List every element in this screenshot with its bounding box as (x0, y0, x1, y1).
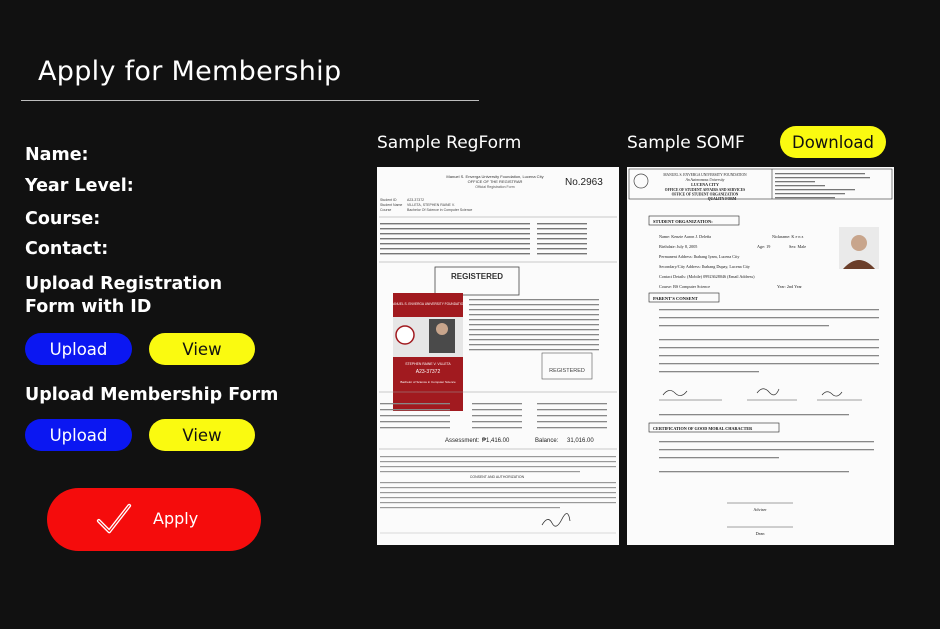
year-level-label: Year Level: (25, 176, 134, 196)
id-name: STEPHEN RAINE V. VILLETA (405, 362, 451, 366)
title-divider (21, 100, 479, 101)
somf-secondary-address: Secondary/City Address: Ibabang Dupay, L… (659, 264, 751, 270)
upload-regform-label-line2: Form with ID (25, 297, 152, 317)
upload-regform-button[interactable]: Upload (25, 333, 132, 365)
sample-somf-image: MANUEL S. ENVERGA UNIVERSITY FOUNDATION … (627, 167, 894, 545)
somf-office: OFFICE OF STUDENT AFFAIRS AND SERVICES (665, 188, 745, 192)
svg-text:REGISTERED: REGISTERED (549, 368, 585, 374)
view-regform-button[interactable]: View (149, 333, 255, 365)
course-label: Course: (25, 209, 101, 229)
somf-birthdate: Birthdate: July 8, 2005 (659, 244, 697, 250)
id-university: MANUEL S. ENVERGA UNIVERSITY FOUNDATION (390, 302, 466, 306)
somf-office2: OFFICE OF STUDENT ORGANIZATION (672, 193, 739, 197)
somf-nickname: Nickname: K e n z (772, 234, 804, 239)
somf-university: MANUEL S. ENVERGA UNIVERSITY FOUNDATION (663, 173, 747, 177)
upload-regform-label: Upload Registration Form with ID (25, 273, 222, 319)
regform-balance-label: Balance: (535, 438, 559, 444)
id-course: Bachelor of Science in Computer Science (400, 380, 456, 384)
upload-somf-button[interactable]: Upload (25, 419, 132, 451)
apply-button[interactable]: Apply (47, 488, 261, 551)
apply-button-label: Apply (153, 509, 199, 528)
somf-age: Age: 19 (757, 244, 770, 249)
regform-balance-value: 31,016.00 (567, 438, 594, 444)
regform-student-name: VILLETA, STEPHEN RAINE V. (407, 203, 455, 207)
download-button[interactable]: Download (780, 126, 886, 158)
somf-year: Year: 2nd Year (777, 284, 802, 289)
id-number: A23-37372 (416, 369, 441, 375)
somf-sex: Sex: Male (789, 244, 806, 249)
somf-city: LUCENA CITY (691, 182, 719, 187)
somf-contact: Contact Details: (Mobile) 09923628046 (E… (659, 274, 755, 279)
checkmark-icon (96, 503, 132, 534)
regform-consent-title: CONSENT AND AUTHORIZATION (470, 475, 525, 479)
somf-permanent-address: Permanent Address: Ibabang Iyam, Lucena … (659, 254, 740, 260)
regform-registered-stamp: REGISTERED (451, 272, 503, 281)
somf-adviser: Adviser (753, 507, 767, 512)
regform-assessment-value: ₱1,416.00 (482, 438, 510, 444)
svg-text:Student Name: Student Name (380, 203, 402, 207)
somf-section-certification: CERTIFICATION OF GOOD MORAL CHARACTER (653, 426, 753, 431)
regform-number: No.2963 (565, 177, 603, 188)
upload-somf-label: Upload Membership Form (25, 385, 279, 405)
svg-text:Student ID: Student ID (380, 198, 397, 202)
sample-regform-image: Manuel S. Enverga University Foundation,… (377, 167, 619, 545)
name-label: Name: (25, 145, 89, 165)
somf-section-organization: STUDENT ORGANIZATION: (653, 219, 713, 224)
svg-text:Course: Course (380, 208, 391, 212)
regform-office: OFFICE OF THE REGISTRAR (468, 179, 523, 184)
sample-somf-title: Sample SOMF (627, 133, 745, 153)
somf-name: Name: Kenzie Aaron J. Deleña (659, 234, 711, 239)
upload-regform-label-line1: Upload Registration (25, 274, 223, 294)
regform-course: Bachelor Of Science in Computer Science (407, 208, 472, 212)
somf-course: Course: BS Computer Science (659, 284, 710, 289)
regform-assessment-label: Assessment: (445, 438, 480, 444)
somf-section-consent: PARENT'S CONSENT (653, 296, 698, 301)
regform-student-id: A23-37372 (407, 198, 424, 202)
student-id-card: MANUEL S. ENVERGA UNIVERSITY FOUNDATION … (390, 293, 466, 411)
view-somf-button[interactable]: View (149, 419, 255, 451)
contact-label: Contact: (25, 239, 109, 259)
sample-regform-title: Sample RegForm (377, 133, 522, 153)
somf-quality: QUALITY FORM (708, 197, 737, 201)
somf-dean: Dean (756, 531, 766, 536)
regform-form-title: Official Registration Form (475, 185, 515, 189)
page-title: Apply for Membership (38, 56, 342, 87)
